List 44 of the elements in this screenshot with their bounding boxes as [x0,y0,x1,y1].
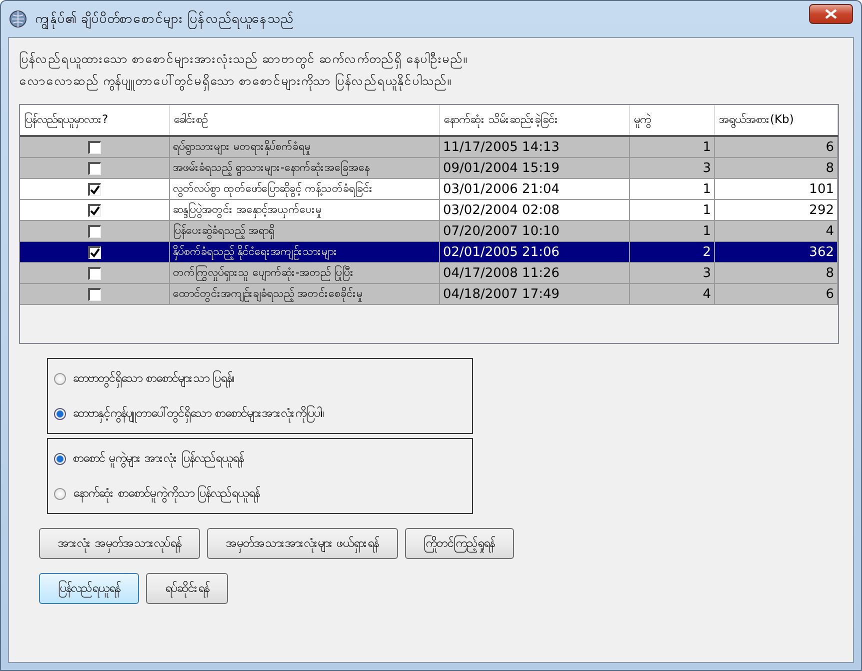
table-cell: 4 [630,284,715,305]
checkbox[interactable] [88,288,101,300]
globe-icon [9,10,27,28]
action-button[interactable]: အမှတ်အသားအားလုံးများ ဖယ်ရှားရန် [206,528,398,559]
window-title: ကျွန်ုပ်၏ ချိပ်ပိတ်စာစောင်များ ပြန်လည်ရယူနေသည် [35,10,801,28]
instruction-text: ပြန်လည်ရယူထားသော စာစောင်များအားလုံးသည် ဆာဗာတွင် ဆက်လက်တည်ရှိ နေပါဦးမည်။ [19,48,843,70]
table-row[interactable]: နှိပ်စက်ခံရသည့် နိုင်ငံရေးအကျဉ်းသားများ 02/01/2005 21:06 2 362 [20,242,838,263]
table-row[interactable]: ထောင်တွင်းအကျဉ်းချခံရသည့် အတင်းစေခိုင်းမှု 04/18/2007 17:49 4 6 [20,284,838,305]
table-row[interactable]: ပြန်ပေးဆွဲခံရသည့် အရာရှိ 07/20/2007 10:10 1 4 [20,221,838,242]
option-label[interactable]: နောက်ဆုံး စာစောင်မူကွဲကိုသာ ပြန်လည်ရယူရန် [73,484,260,502]
table-row[interactable]: ရပ်ရွာသားများ မတရားနှိပ်စက်ခံရမှု 11/17/2005 14:13 1 6 [20,137,838,158]
column-header[interactable]: အရွယ်အစား(Kb) [715,105,838,135]
checkbox[interactable] [88,162,101,174]
radio-button[interactable] [54,452,66,464]
radio-button[interactable] [54,408,66,420]
checkbox[interactable] [88,224,101,238]
option-label[interactable]: ဆာဗာတွင်ရှိသော စာစောင်များသာ ပြရန်။ [73,370,235,388]
radio-button[interactable] [54,372,66,384]
table-cell: 6 [715,284,838,305]
action-button[interactable]: ပြန်လည်ရယူရန် [39,573,139,604]
table-cell: 04/18/2007 17:49 [440,284,630,305]
close-icon [825,9,837,19]
column-header[interactable]: မူကွဲ [630,105,715,135]
table-row[interactable]: ဆန္ဒပြပွဲအတွင်း အနှောင့်အယှက်ပေးမှု 03/02/2004 02:08 1 292 [20,200,838,221]
checkbox[interactable] [88,246,101,258]
table-cell: ထောင်တွင်းအကျဉ်းချခံရသည့် အတင်းစေခိုင်းမှု [170,284,440,305]
table-row[interactable]: အဖမ်းခံရသည့် ရွာသားများ-နောက်ဆုံးအခြေအနေ 09/01/2004 15:19 3 8 [20,158,838,179]
instruction-text: လောလောဆည် ကွန်ပျူတာပေါ်တွင်မရှိသော စာစောင်များကိုသာ ပြန်လည်ရယူနိုင်ပါသည်။ [19,70,843,92]
checkbox[interactable] [88,266,101,280]
action-button[interactable]: ရပ်ဆိုင်းရန် [146,573,228,604]
checkbox[interactable] [88,182,101,196]
checkbox[interactable] [88,204,101,216]
option-label[interactable]: ဆာဗာနှင့်ကွန်ပျူတာပေါ်တွင်ရှိသော စာစောင်များအားလုံးကိုပြပါ။ [73,404,324,422]
radio-button[interactable] [54,488,66,500]
action-button[interactable]: ကြိုတင်ကြည့်ရှုရန် [404,528,514,559]
column-header[interactable]: နောက်ဆုံး သိမ်းဆည်းခဲ့ခြင်း [440,105,630,135]
action-button[interactable]: အားလုံး အမှတ်အသားလုပ်ရန် [39,528,200,559]
close-button[interactable] [809,4,853,24]
table-row[interactable]: လွတ်လပ်စွာ ထုတ်ဖော်ပြောဆိုခွင့် ကန့်သတ်ခံရခြင်း 03/01/2006 21:04 1 101 [20,179,838,200]
checkbox[interactable] [88,140,101,154]
column-header[interactable]: ခေါင်းစဉ် [170,105,440,135]
table-row[interactable]: တက်ကြွလှုပ်ရှားသူ ပျောက်ဆုံး-အတည် ပြုပြီး 04/17/2008 11:26 3 8 [20,263,838,284]
column-header[interactable]: ပြန်လည်ရယူမှာလား? [20,105,170,135]
option-label[interactable]: စာစောင် မူကွဲများ အားလုံး ပြန်လည်ရယူရန် [73,450,244,468]
